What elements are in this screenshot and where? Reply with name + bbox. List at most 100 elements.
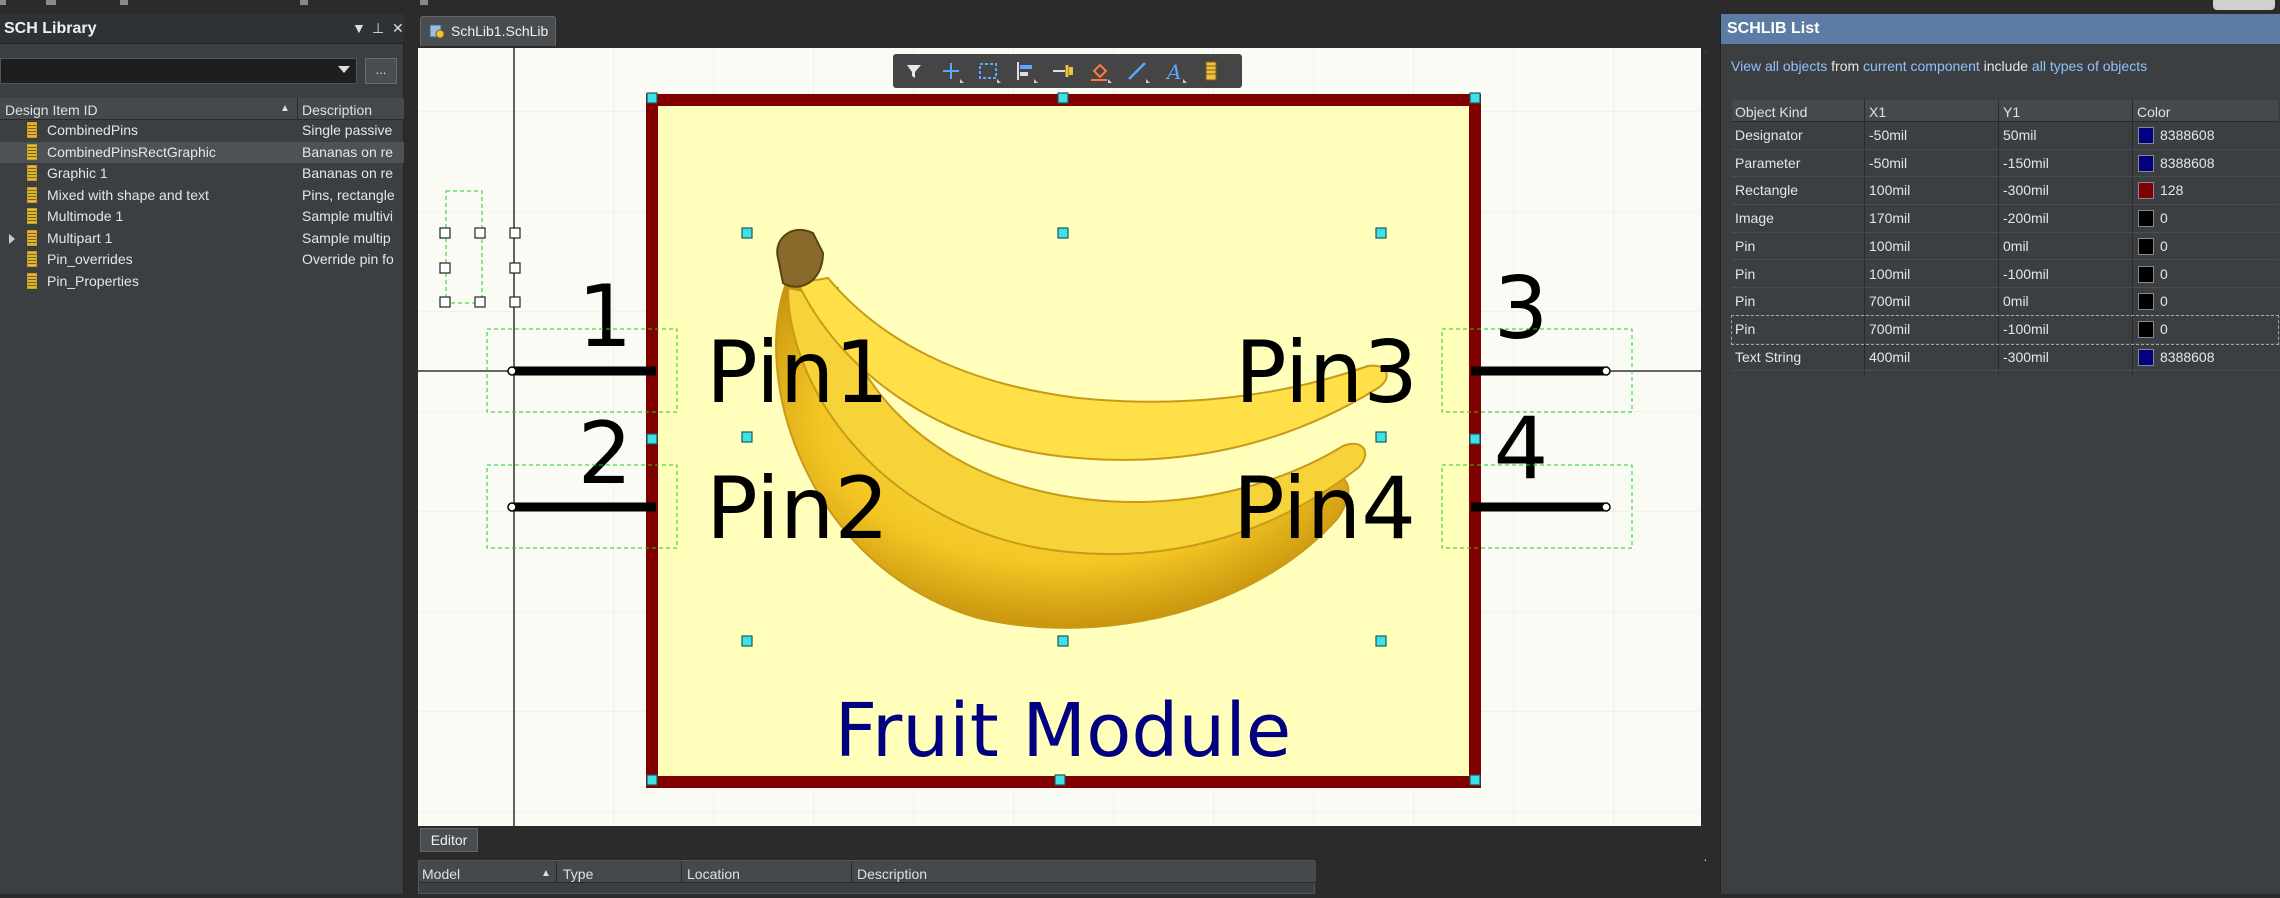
table-row[interactable]: Pin 100mil -100mil 0: [1732, 261, 2278, 289]
fill-icon[interactable]: [1084, 57, 1114, 85]
pin-icon[interactable]: [1048, 57, 1078, 85]
color-swatch[interactable]: [2138, 320, 2154, 338]
cell-y1: -300mil: [2003, 182, 2049, 199]
column-divider[interactable]: [681, 861, 682, 883]
component-icon[interactable]: [1196, 57, 1226, 85]
column-color[interactable]: Color: [2137, 104, 2170, 120]
cell-color: 128: [2160, 182, 2184, 199]
schlib-list-panel: SCHLIB List View all objects from curren…: [1720, 14, 2280, 894]
component-icon: [27, 208, 37, 224]
cell-y1: 0mil: [2003, 237, 2029, 254]
line-icon[interactable]: [1122, 57, 1152, 85]
close-icon[interactable]: ✕: [392, 20, 404, 37]
chevron-down-icon: [338, 66, 350, 73]
table-row[interactable]: Pin 100mil 0mil 0: [1732, 233, 2278, 261]
color-swatch[interactable]: [2138, 348, 2154, 366]
view-objects-link[interactable]: View all objects: [1731, 58, 1827, 74]
filter-icon[interactable]: [899, 57, 929, 85]
design-item-description: Single passive: [302, 122, 393, 138]
table-row[interactable]: Designator -50mil 50mil 8388608: [1732, 122, 2278, 150]
sch-library-panel: SCH Library ▼ ⊥ ✕ ... Design Item ID ▲ D…: [0, 14, 404, 894]
text-string-fruit-module[interactable]: Fruit Module: [835, 688, 1292, 774]
tab-label: SchLib1.SchLib: [451, 23, 549, 39]
color-swatch[interactable]: [2138, 210, 2154, 228]
object-types-link[interactable]: all types of objects: [2032, 58, 2147, 74]
column-location[interactable]: Location: [687, 866, 740, 882]
list-item[interactable]: Mixed with shape and text Pins, rectangle: [0, 185, 404, 207]
filter-text-include: include: [1983, 58, 2029, 74]
browse-button[interactable]: ...: [365, 58, 397, 84]
menu-fragment: [46, 0, 56, 5]
library-table: Design Item ID ▲ Description CombinedPin…: [0, 98, 404, 898]
table-row[interactable]: Pin 700mil -100mil 0: [1731, 314, 2279, 345]
component-scope-link[interactable]: current component: [1863, 58, 1980, 74]
cell-kind: Text String: [1735, 348, 1802, 365]
tab-editor[interactable]: Editor: [420, 828, 478, 852]
column-y1[interactable]: Y1: [2003, 104, 2020, 120]
cell-y1: -150mil: [2003, 154, 2049, 171]
color-swatch[interactable]: [2138, 182, 2154, 200]
table-row[interactable]: Rectangle 100mil -300mil 128: [1732, 177, 2278, 206]
list-item[interactable]: Multimode 1 Sample multivi: [0, 206, 404, 228]
cell-x1: 100mil: [1869, 265, 1911, 282]
table-row[interactable]: Pin 700mil 0mil 0: [1732, 288, 2278, 316]
cell-color: 0: [2160, 237, 2168, 254]
column-type[interactable]: Type: [563, 866, 593, 882]
text-icon[interactable]: A: [1159, 57, 1189, 85]
color-swatch[interactable]: [2138, 265, 2154, 283]
column-divider[interactable]: [556, 861, 557, 883]
list-item[interactable]: Graphic 1 Bananas on re: [0, 163, 404, 185]
pin-1-designator: 1: [578, 267, 633, 367]
align-icon[interactable]: [1010, 57, 1040, 85]
list-item[interactable]: Pin_Properties: [0, 271, 404, 293]
cell-color: 8388608: [2160, 127, 2215, 143]
table-header: Design Item ID ▲ Description: [0, 98, 404, 120]
crosshair-icon[interactable]: [936, 57, 966, 85]
component-icon: [27, 272, 37, 289]
component-icon: [27, 165, 37, 181]
column-divider[interactable]: [851, 861, 852, 883]
column-design-item-id[interactable]: Design Item ID: [5, 102, 98, 118]
color-swatch[interactable]: [2138, 154, 2154, 172]
select-rect-icon[interactable]: [973, 57, 1003, 85]
component-icon: [27, 251, 37, 267]
object-table: Object Kind X1 Y1 Color Designator -50mil…: [1731, 100, 2279, 375]
schematic-canvas[interactable]: 1 Pin1 2 Pin2 3 Pin3 4 Pin4 Fruit Module: [418, 48, 1701, 826]
color-swatch[interactable]: [2138, 237, 2154, 255]
cell-y1: -200mil: [2003, 210, 2049, 227]
column-description[interactable]: Description: [302, 102, 372, 118]
cell-y1: 0mil: [2003, 293, 2029, 310]
design-item-description: Bananas on re: [302, 165, 394, 181]
table-row[interactable]: Text String 400mil -300mil 8388608: [1732, 344, 2278, 372]
list-item[interactable]: CombinedPins Single passive: [0, 120, 404, 142]
expand-arrow-icon[interactable]: [9, 233, 15, 244]
list-item[interactable]: Pin_overrides Override pin fo: [0, 249, 404, 271]
list-item[interactable]: CombinedPinsRectGraphic Bananas on re: [0, 141, 404, 163]
column-object-kind[interactable]: Object Kind: [1735, 104, 1807, 120]
column-description[interactable]: Description: [857, 866, 927, 882]
table-row[interactable]: Parameter -50mil -150mil 8388608: [1732, 150, 2278, 178]
column-divider[interactable]: [297, 98, 298, 120]
color-swatch[interactable]: [2138, 127, 2154, 144]
tab-schlib1[interactable]: SchLib1.SchLib: [420, 16, 556, 46]
document-tab-strip: [418, 14, 1706, 48]
cell-kind: Rectangle: [1735, 182, 1799, 199]
menu-fragment: [300, 0, 308, 5]
library-filter-select[interactable]: [0, 58, 357, 84]
pin-2-designator: 2: [578, 404, 633, 504]
panel-menu-icon[interactable]: ▼: [352, 20, 366, 36]
pin-panel-icon[interactable]: ⊥: [372, 20, 384, 37]
component-drawing[interactable]: 1 Pin1 2 Pin2 3 Pin3 4 Pin4 Fruit Module: [418, 48, 1701, 826]
column-model[interactable]: Model: [422, 866, 460, 882]
cell-y1: -100mil: [2003, 265, 2049, 282]
column-x1[interactable]: X1: [1869, 104, 1886, 120]
cell-x1: 400mil: [1869, 348, 1911, 365]
menu-strip: [0, 0, 2280, 12]
color-swatch[interactable]: [2138, 293, 2154, 311]
table-row[interactable]: Image 170mil -200mil 0: [1732, 205, 2278, 233]
design-item-id: CombinedPins: [47, 122, 139, 138]
notifications-button[interactable]: [2213, 0, 2275, 10]
list-item[interactable]: Multipart 1 Sample multip: [0, 228, 404, 250]
vertical-scrollbar[interactable]: [1706, 50, 1718, 890]
cell-kind: Designator: [1735, 127, 1803, 143]
